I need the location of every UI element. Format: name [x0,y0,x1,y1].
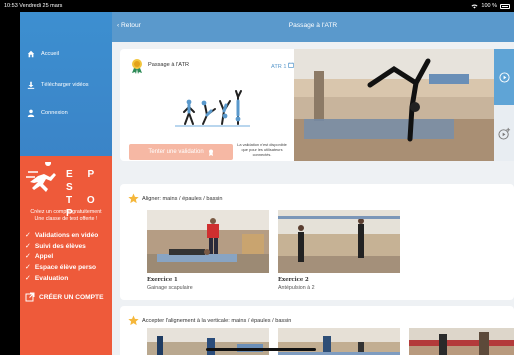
main-content: Passage à l'ATR ATR 1 Tenter une validat… [112,42,514,355]
device-frame: 10:53 Vendredi 25 mars 100 % Accueil Tél… [0,0,514,355]
play-add-icon [497,127,510,140]
star-icon [128,315,139,326]
feature-item: ✓ Espace élève perso [25,263,111,274]
wifi-icon [471,4,478,8]
video-side-actions [494,49,514,161]
sidebar-item-connexion[interactable]: Connexion [27,109,68,117]
exercise-thumbnail[interactable] [278,210,400,273]
gym-photo [294,49,494,161]
exercise-label: Exercice 2 [278,277,309,283]
status-bar: 10:53 Vendredi 25 mars 100 % [0,0,514,12]
promo-description: Créez un compte gratuitement Une classe … [30,209,102,222]
page-title: Passage à l'ATR [288,22,338,29]
status-indicators: 100 % [471,0,510,12]
sidebar-item-telecharger[interactable]: Télécharger vidéos [27,81,89,89]
section-title: Accepter l'alignement à la verticale: ma… [142,318,292,324]
exercise-5-photo [409,328,514,355]
app-screen: Accueil Télécharger vidéos Connexion E P… [20,12,514,355]
sidebar-item-label: Télécharger vidéos [41,82,89,88]
sidebar-item-accueil[interactable]: Accueil [27,50,59,58]
battery-icon [500,3,510,9]
atr-level-badge[interactable]: ATR 1 [271,62,294,70]
hero-video[interactable] [294,49,494,161]
check-icon: ✓ [25,232,31,239]
exercise-subtitle: Gainage scapulaire [147,285,193,291]
exercise-2-photo [278,210,400,273]
exercise-1-photo [147,210,269,273]
exercise-thumbnail[interactable] [409,328,514,355]
battery-percent: 100 % [481,3,497,9]
validation-note: La validation n'est disponible que pour … [237,142,287,157]
eps-top-logo: E P S T O P [26,162,108,219]
sidebar-item-label: Connexion [41,110,68,116]
feature-item: ✓ Validations en vidéo [25,231,111,242]
award-icon [208,149,213,156]
status-time: 10:53 Vendredi 25 mars [4,3,63,9]
handstand-sequence-illustration [175,90,250,127]
check-icon: ✓ [25,253,31,261]
check-icon: ✓ [25,242,31,250]
check-icon: ✓ [25,274,31,282]
try-validation-button[interactable]: Tenter une validation [129,144,233,160]
exercise-thumbnail[interactable] [147,210,269,273]
sidebar: Accueil Télécharger vidéos Connexion E P… [20,12,112,355]
exercise-section: Aligner: mains / épaules / bassin Exerci… [120,184,514,300]
hero-title: Passage à l'ATR [148,62,190,68]
medal-icon [132,59,142,74]
exercise-subtitle: Antépulsion à 2 [278,285,315,291]
create-account-button[interactable]: CRÉER UN COMPTE [25,292,103,302]
exercise-label: Exercice 1 [147,277,178,283]
play-circle-icon [498,71,510,83]
feature-item: ✓ Appel [25,252,111,263]
hero-card: Passage à l'ATR ATR 1 Tenter une validat… [120,49,514,161]
download-icon [27,81,35,89]
star-icon [128,193,139,204]
sidebar-item-label: Accueil [41,51,60,57]
check-icon: ✓ [25,264,31,272]
top-bar: ‹ Retour Passage à l'ATR [112,12,514,42]
runner-icon [26,162,56,192]
external-link-icon [25,292,35,302]
upload-video-button[interactable] [494,105,514,161]
section-title: Aligner: mains / épaules / bassin [142,196,223,202]
home-icon [27,50,35,58]
promo-panel: E P S T O P Créez un compte gratuitement… [20,156,112,355]
user-icon [27,109,35,117]
exercise-section: Accepter l'alignement à la verticale: ma… [120,306,514,355]
feature-item: ✓ Evaluation [25,274,111,285]
feature-item: ✓ Suivi des élèves [25,242,111,253]
play-button[interactable] [494,49,514,105]
home-indicator [206,348,316,351]
feature-list: ✓ Validations en vidéo ✓ Suivi des élèves … [25,231,111,285]
